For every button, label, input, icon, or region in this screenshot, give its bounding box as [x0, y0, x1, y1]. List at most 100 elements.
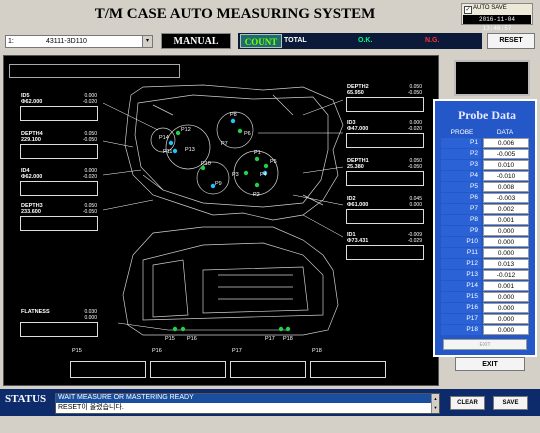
ng-label: N.G. — [425, 37, 440, 44]
p15-value-box — [70, 361, 146, 378]
depth4-tol-lower: -0.050 — [82, 137, 97, 143]
id5-tol-lower: -0.020 — [82, 99, 97, 105]
probe-value-p11: 0.000 — [483, 248, 529, 258]
probe-name-p16: P16 — [441, 303, 481, 313]
probe-value-p7: 0.002 — [483, 204, 529, 214]
probe-name-p10: P10 — [441, 237, 481, 247]
autosave-panel: ✓ AUTO SAVE 2016-11-04 13:46:57 — [461, 3, 533, 32]
depth4-value-box — [20, 144, 98, 159]
diagram-label-p14: P14 — [159, 135, 169, 141]
clear-button[interactable]: CLEAR — [450, 396, 485, 410]
depth1-tol-lower: -0.050 — [407, 164, 422, 170]
status-line-2: RESET이 올렸습니다. — [58, 404, 124, 411]
flatness-name: FLATNESS — [21, 309, 50, 315]
probe-value-p1: 0.006 — [483, 138, 529, 148]
reset-button[interactable]: RESET — [487, 33, 535, 49]
model-select[interactable]: 1: 43111-3D110 ▾ — [5, 35, 153, 48]
diagram-label-p8: P8 — [230, 112, 237, 118]
probe-value-p17: 0.000 — [483, 314, 529, 324]
status-line-1: WAIT MEASURE OR MASTERING READY — [56, 394, 433, 403]
diagram-label-p11: P11 — [163, 149, 172, 155]
bottom-label-p18: P18 — [312, 348, 322, 354]
diagram-label-p9: P9 — [215, 181, 222, 187]
status-scrollbar[interactable]: ▲ ▼ — [431, 394, 439, 413]
datetime-display: 2016-11-04 13:46:57 — [463, 15, 531, 32]
probe-value-p3: 0.010 — [483, 160, 529, 170]
depth1-nominal: 25.380 — [347, 164, 364, 170]
depth3-value-box — [20, 216, 98, 231]
depth2-value-box — [346, 97, 424, 112]
probe-value-p13: -0.012 — [483, 270, 529, 280]
id1-value-box — [346, 245, 424, 260]
id4-value-box — [20, 181, 98, 196]
probe-name-p3: P3 — [441, 160, 481, 170]
total-label: TOTAL — [284, 37, 307, 44]
diagram-label-p1: P1 — [254, 150, 261, 156]
id2-tol-lower: 0.000 — [409, 202, 422, 208]
probe-name-p17: P17 — [441, 314, 481, 324]
p16-value-box — [150, 361, 226, 378]
count-label: COUNT — [240, 34, 282, 48]
flatness-value-box — [20, 322, 98, 337]
model-index: 1: — [8, 38, 14, 45]
probe-value-p8: 0.001 — [483, 215, 529, 225]
probe-name-p8: P8 — [441, 215, 481, 225]
probe-name-p14: P14 — [441, 281, 481, 291]
data-column-header: DATA — [496, 129, 514, 136]
diagram-label-p7: P7 — [221, 141, 228, 147]
probe-name-p15: P15 — [441, 292, 481, 302]
probe-name-p4: P4 — [441, 171, 481, 181]
diagram-label-p12: P12 — [181, 127, 191, 133]
diagram-label-p10: P10 — [201, 161, 211, 167]
exit-button[interactable]: EXIT — [455, 357, 525, 371]
probe-name-p5: P5 — [441, 182, 481, 192]
bottom-label-p17: P17 — [232, 348, 242, 354]
id2-value-box — [346, 209, 424, 224]
diagram-label-p5: P5 — [270, 159, 277, 165]
probe-name-p1: P1 — [441, 138, 481, 148]
chevron-down-icon[interactable]: ▾ — [142, 36, 152, 47]
probe-value-p4: -0.010 — [483, 171, 529, 181]
exit-disabled-button[interactable]: EXIT — [443, 339, 527, 350]
probe-value-p10: 0.000 — [483, 237, 529, 247]
id1-tol-lower: -0.029 — [407, 238, 422, 244]
probe-value-p5: 0.008 — [483, 182, 529, 192]
probe-value-p16: 0.000 — [483, 303, 529, 313]
probe-value-p2: -0.005 — [483, 149, 529, 159]
probe-name-p7: P7 — [441, 204, 481, 214]
id3-nominal: Φ47.000 — [347, 126, 369, 132]
diagram-label-p18: P18 — [283, 336, 293, 342]
bottom-label-p15: P15 — [72, 348, 82, 354]
id4-nominal: Φ62.000 — [21, 174, 43, 180]
ok-label: O.K. — [358, 37, 373, 44]
depth1-value-box — [346, 171, 424, 186]
probe-name-p11: P11 — [441, 248, 481, 258]
probe-name-p18: P18 — [441, 325, 481, 335]
diagram-label-p3: P3 — [232, 172, 239, 178]
diagram-label-p15: P15 — [165, 336, 175, 342]
p17-value-box — [230, 361, 306, 378]
autosave-checkbox[interactable]: ✓ — [464, 6, 472, 14]
probe-table — [0, 0, 1, 1]
bottom-label-p16: P16 — [152, 348, 162, 354]
id1-nominal: Φ73.431 — [347, 238, 369, 244]
id5-nominal: Φ62.000 — [21, 99, 43, 105]
probe-value-p15: 0.000 — [483, 292, 529, 302]
depth2-tol-lower: -0.050 — [407, 90, 422, 96]
depth2-nominal: 65.950 — [347, 90, 364, 96]
diagram-label-p2: P2 — [253, 192, 260, 198]
model-value: 43111-3D110 — [46, 38, 87, 45]
diagram-label-p4: P4 — [260, 172, 267, 178]
probe-name-p13: P13 — [441, 270, 481, 280]
depth3-tol-lower: -0.050 — [82, 209, 97, 215]
autosave-label: AUTO SAVE — [473, 5, 507, 11]
probe-value-p9: 0.000 — [483, 226, 529, 236]
save-button[interactable]: SAVE — [493, 396, 528, 410]
judgement-display — [454, 60, 530, 96]
diagram-label-p13: P13 — [185, 147, 195, 153]
diagram-label-p17: P17 — [265, 336, 275, 342]
status-message-box: WAIT MEASURE OR MASTERING READY RESET이 올… — [55, 393, 440, 414]
probe-name-p12: P12 — [441, 259, 481, 269]
probe-name-p9: P9 — [441, 226, 481, 236]
status-label: STATUS — [5, 393, 47, 405]
